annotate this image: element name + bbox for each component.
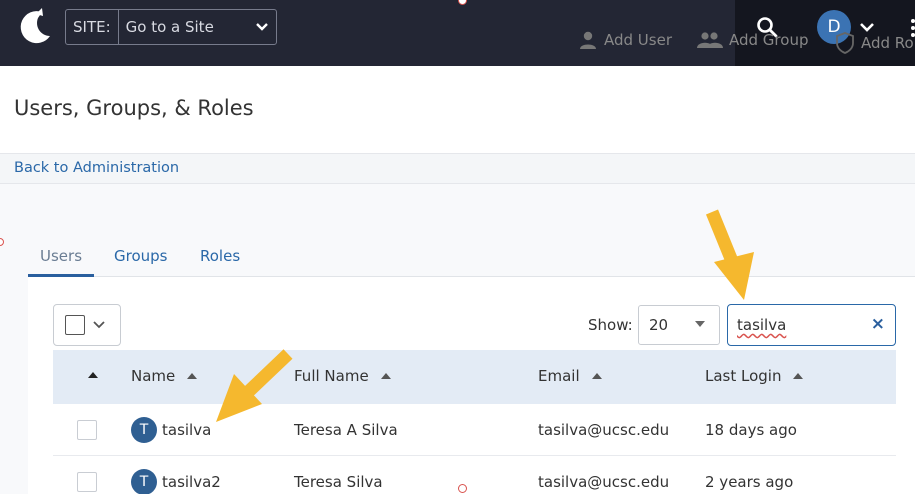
username[interactable]: tasilva [162, 421, 211, 439]
sort-ascending-icon [591, 373, 602, 379]
add-group-label: Add Group [729, 31, 809, 49]
chevron-down-icon [93, 321, 105, 329]
add-group-button[interactable]: Add Group [697, 31, 808, 49]
column-header-email[interactable]: Email [538, 367, 602, 385]
person-icon [580, 31, 596, 49]
full-name: Teresa A Silva [294, 421, 398, 439]
breadcrumb-bar: Back to Administration [0, 154, 915, 184]
sort-ascending-icon [793, 373, 804, 379]
user-cell[interactable]: T tasilva [131, 417, 211, 443]
add-user-button[interactable]: Add User [578, 31, 672, 49]
caret-down-icon [695, 321, 705, 327]
tab-roles[interactable]: Roles [200, 247, 240, 265]
username[interactable]: tasilva2 [162, 473, 221, 491]
site-selector[interactable]: SITE: Go to a Site [65, 9, 277, 45]
add-user-label: Add User [604, 31, 672, 49]
column-header-last-login[interactable]: Last Login [705, 367, 804, 385]
row-checkbox[interactable] [77, 420, 97, 440]
shield-icon [836, 32, 854, 54]
table-row[interactable]: T tasilva2 Teresa Silva tasilva@ucsc.edu… [53, 456, 896, 494]
full-name: Teresa Silva [294, 473, 383, 491]
column-name-label: Name [131, 367, 176, 385]
user-avatar: T [131, 469, 157, 494]
table-header: Name Full Name Email Last Login [53, 350, 896, 404]
bulk-select-dropdown[interactable] [53, 304, 121, 346]
column-header-full-name[interactable]: Full Name [294, 367, 391, 385]
user-search-input[interactable]: tasilva × [727, 304, 896, 346]
page-size-select[interactable]: 20 [638, 305, 720, 345]
sort-ascending-icon [88, 372, 98, 378]
select-all-checkbox[interactable] [65, 315, 85, 335]
row-checkbox[interactable] [77, 472, 97, 492]
chevron-down-icon [248, 10, 276, 44]
last-login: 18 days ago [705, 421, 797, 439]
add-role-label: Add Ro [861, 34, 914, 52]
annotation-marker [458, 484, 467, 493]
sort-all-button[interactable] [88, 372, 98, 378]
back-to-administration-link[interactable]: Back to Administration [14, 160, 179, 176]
last-login: 2 years ago [705, 473, 794, 491]
site-label: SITE: [66, 10, 119, 44]
brand-logo-icon[interactable] [12, 6, 56, 50]
user-avatar: T [131, 417, 157, 443]
email: tasilva@ucsc.edu [538, 421, 670, 439]
page-size-value: 20 [649, 316, 669, 334]
user-cell[interactable]: T tasilva2 [131, 469, 221, 494]
tab-users[interactable]: Users [40, 247, 82, 265]
search-input-value: tasilva [737, 316, 787, 334]
tab-groups[interactable]: Groups [114, 247, 167, 265]
clear-search-icon[interactable]: × [871, 314, 885, 334]
column-email-label: Email [538, 367, 580, 385]
column-last-login-label: Last Login [705, 367, 782, 385]
page-title: Users, Groups, & Roles [14, 96, 254, 120]
sort-ascending-icon [380, 373, 391, 379]
email: tasilva@ucsc.edu [538, 473, 670, 491]
page-header: Users, Groups, & Roles [0, 66, 915, 154]
group-icon [697, 32, 723, 48]
add-role-button[interactable]: Add Ro [835, 31, 914, 55]
page-size-label: Show: [588, 316, 633, 334]
sort-ascending-icon [187, 373, 198, 379]
column-header-name[interactable]: Name [131, 367, 198, 385]
site-selector-value: Go to a Site [125, 18, 214, 36]
table-row[interactable]: T tasilva Teresa A Silva tasilva@ucsc.ed… [53, 404, 896, 456]
column-full-name-label: Full Name [294, 367, 369, 385]
